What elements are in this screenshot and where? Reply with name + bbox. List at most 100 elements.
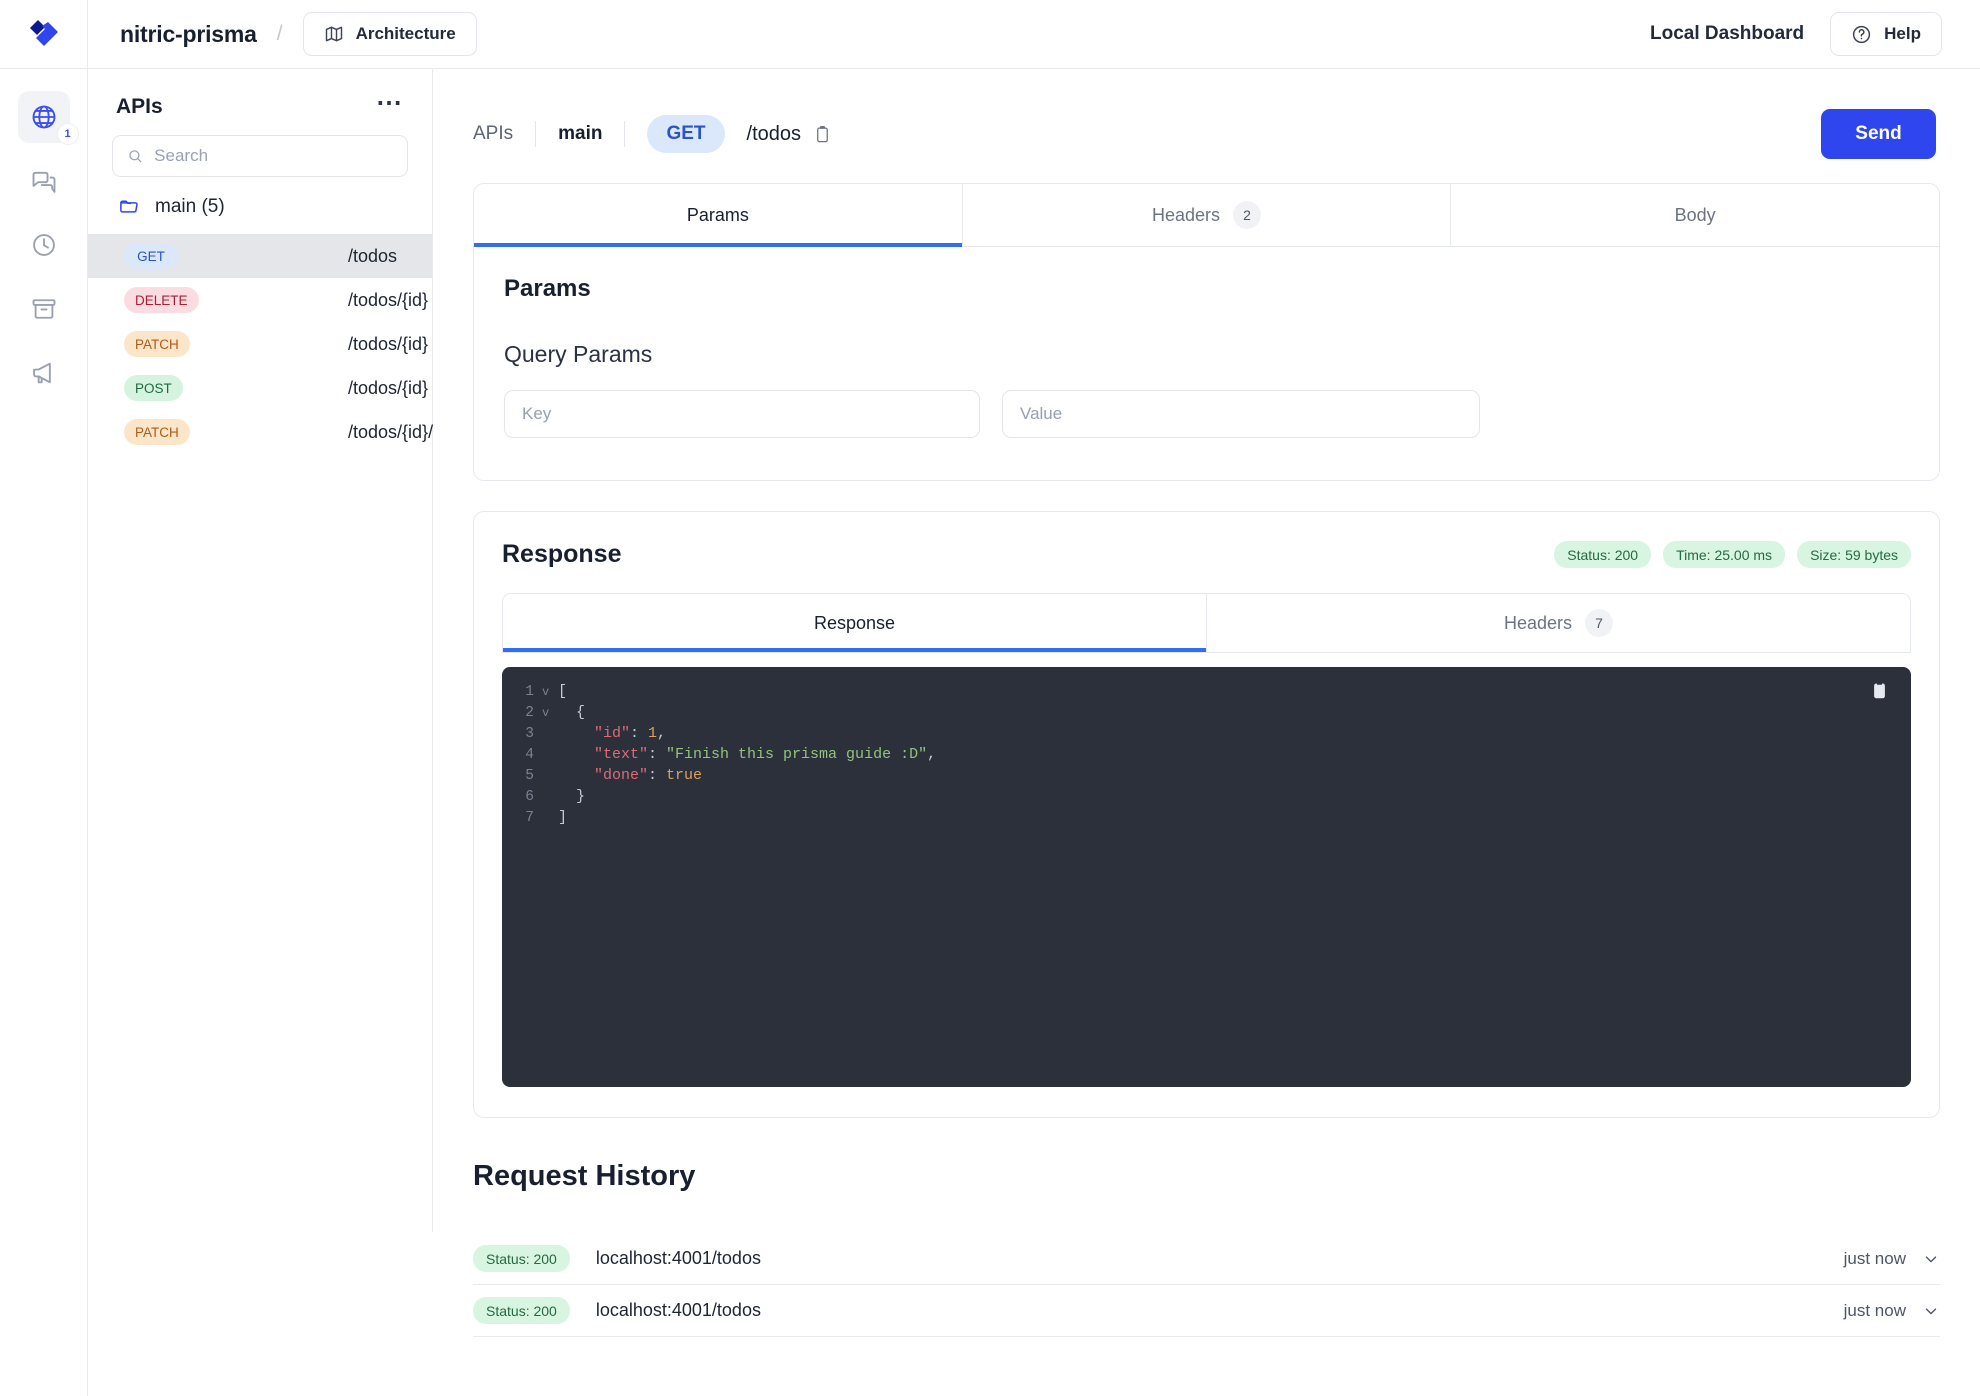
history-expand-button[interactable] <box>1922 1302 1940 1320</box>
code-line-text: "done": true <box>558 767 702 784</box>
query-param-row <box>504 390 1909 438</box>
breadcrumb-divider <box>535 121 536 147</box>
help-button[interactable]: Help <box>1830 12 1942 56</box>
apis-panel-more-button[interactable]: ⋯ <box>376 96 404 118</box>
request-bar: APIs main GET /todos Send <box>433 69 1980 165</box>
code-line-number: 4 <box>502 747 542 763</box>
tab-body-label: Body <box>1675 205 1716 226</box>
project-name: nitric-prisma <box>120 21 257 48</box>
code-line-number: 7 <box>502 810 542 826</box>
tab-params-label: Params <box>687 205 749 226</box>
tab-response-headers[interactable]: Headers 7 <box>1207 594 1910 652</box>
method-badge: PATCH <box>124 419 190 445</box>
route-path: /todos <box>348 246 397 267</box>
map-icon <box>324 24 344 44</box>
history-time: just now <box>1844 1301 1906 1321</box>
params-panel: Params Query Params <box>474 247 1939 480</box>
code-line-number: 2 <box>502 705 542 721</box>
globe-icon <box>30 103 58 131</box>
params-heading: Params <box>504 275 1909 303</box>
response-tabs: Response Headers 7 <box>502 593 1911 653</box>
breadcrumb-apis[interactable]: APIs <box>473 123 513 145</box>
tab-response-label: Response <box>814 613 895 634</box>
response-title: Response <box>502 540 621 569</box>
route-item-patch-todos-id[interactable]: PATCH /todos/{id} <box>88 322 432 366</box>
tab-headers[interactable]: Headers 2 <box>963 184 1452 246</box>
tab-body[interactable]: Body <box>1451 184 1939 246</box>
tab-response[interactable]: Response <box>503 594 1207 652</box>
apis-panel: APIs ⋯ main (5) GET /todos DELETE /todos… <box>88 69 433 1232</box>
apis-panel-header: APIs ⋯ <box>88 69 432 135</box>
method-badge: DELETE <box>124 287 199 313</box>
history-row[interactable]: Status: 200 localhost:4001/todos just no… <box>473 1233 1940 1285</box>
request-method-badge: GET <box>647 115 724 153</box>
code-line-text: } <box>558 788 585 805</box>
route-path: /todos/{id} <box>348 378 428 399</box>
search-input[interactable] <box>154 146 393 166</box>
copy-response-button[interactable] <box>1870 681 1889 705</box>
chat-bubbles-icon <box>30 167 58 195</box>
code-fold-toggle[interactable]: v <box>542 685 558 699</box>
history-expand-button[interactable] <box>1922 1250 1940 1268</box>
code-line: 1v[ <box>502 681 1911 702</box>
route-path: /todos/{id} <box>348 334 428 355</box>
route-item-get-todos[interactable]: GET /todos <box>88 234 432 278</box>
clipboard-icon <box>813 125 832 144</box>
method-badge: PATCH <box>124 331 190 357</box>
search-icon <box>127 147 143 165</box>
response-header: Response Status: 200 Time: 25.00 ms Size… <box>502 540 1911 569</box>
route-item-delete-todos-id[interactable]: DELETE /todos/{id} <box>88 278 432 322</box>
breadcrumb-divider <box>624 121 625 147</box>
route-item-patch-todos-id-toggle[interactable]: PATCH /todos/{id}/toggle <box>88 410 432 454</box>
code-line: 3 "id": 1, <box>502 723 1911 744</box>
apis-panel-title: APIs <box>116 95 163 119</box>
response-code-block: 1v[2v {3 "id": 1,4 "text": "Finish this … <box>502 667 1911 1087</box>
code-line-number: 5 <box>502 768 542 784</box>
api-folder-label: main (5) <box>155 196 225 218</box>
send-button[interactable]: Send <box>1821 109 1936 159</box>
rail-item-schedules[interactable] <box>18 219 70 271</box>
method-badge: POST <box>124 375 183 401</box>
search-box[interactable] <box>112 135 408 177</box>
app-logo[interactable] <box>0 0 88 69</box>
request-path: /todos <box>747 123 801 146</box>
api-folder-main[interactable]: main (5) <box>88 177 432 234</box>
code-line: 6 } <box>502 786 1911 807</box>
chevron-down-icon <box>1922 1250 1940 1268</box>
breadcrumb-main[interactable]: main <box>558 123 602 145</box>
query-params-heading: Query Params <box>504 341 1909 368</box>
rail-item-storage[interactable] <box>18 283 70 335</box>
rail-item-topics[interactable] <box>18 155 70 207</box>
rail-item-apis[interactable]: 1 <box>18 91 70 143</box>
route-item-post-todos-id[interactable]: POST /todos/{id} <box>88 366 432 410</box>
code-fold-toggle[interactable]: v <box>542 706 558 720</box>
nitric-logo-icon <box>26 16 62 52</box>
code-lines: 1v[2v {3 "id": 1,4 "text": "Finish this … <box>502 681 1911 828</box>
time-badge: Time: 25.00 ms <box>1663 541 1785 568</box>
history-url: localhost:4001/todos <box>596 1300 761 1321</box>
chevron-down-icon <box>1922 1302 1940 1320</box>
tab-params[interactable]: Params <box>474 184 963 246</box>
tab-headers-label: Headers <box>1152 205 1220 226</box>
architecture-button[interactable]: Architecture <box>303 12 477 56</box>
rail-item-feedback[interactable] <box>18 347 70 399</box>
request-history-list: Status: 200 localhost:4001/todos just no… <box>473 1233 1940 1337</box>
query-param-key-input[interactable] <box>504 390 980 438</box>
history-row[interactable]: Status: 200 localhost:4001/todos just no… <box>473 1285 1940 1337</box>
code-line-number: 1 <box>502 684 542 700</box>
request-tabs: Params Headers 2 Body <box>474 184 1939 247</box>
topbar-right-group: Local Dashboard Help <box>1650 12 1980 56</box>
history-url: localhost:4001/todos <box>596 1248 761 1269</box>
icon-rail: 1 <box>0 69 88 1396</box>
route-path: /todos/{id} <box>348 290 428 311</box>
code-line-number: 6 <box>502 789 542 805</box>
history-status-badge: Status: 200 <box>473 1297 570 1324</box>
copy-path-button[interactable] <box>813 125 832 144</box>
tab-response-headers-badge: 7 <box>1585 609 1613 637</box>
response-stats: Status: 200 Time: 25.00 ms Size: 59 byte… <box>1554 541 1911 568</box>
history-status-badge: Status: 200 <box>473 1245 570 1272</box>
code-line-text: [ <box>558 683 567 700</box>
megaphone-icon <box>30 359 58 387</box>
query-param-value-input[interactable] <box>1002 390 1480 438</box>
architecture-label: Architecture <box>356 24 456 44</box>
